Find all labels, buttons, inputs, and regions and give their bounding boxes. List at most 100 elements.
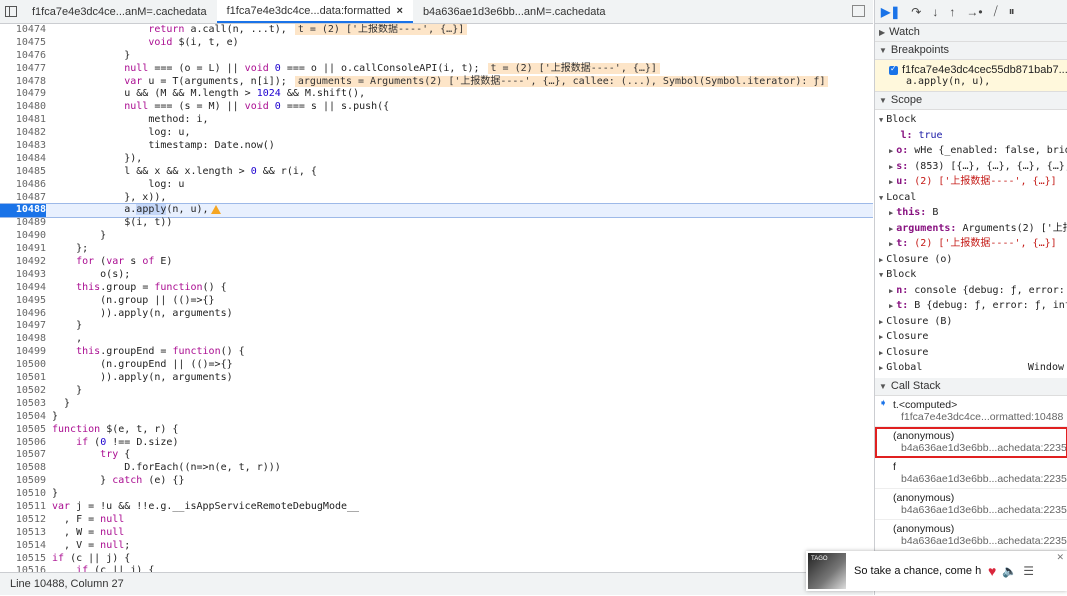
frame-location[interactable]: b4a636ae1d3e6bb...achedata:22359	[893, 473, 1067, 485]
expand-triangle-icon[interactable]: ▶	[889, 302, 893, 310]
code-line[interactable]: 10511 var j = !u && !!e.g.__isAppServiceR…	[0, 501, 873, 514]
line-number[interactable]: 10509	[0, 475, 46, 488]
line-number[interactable]: 10510	[0, 488, 46, 501]
code-line[interactable]: 10491 };	[0, 243, 873, 256]
code-line[interactable]: 10501 )).apply(n, arguments)	[0, 372, 873, 385]
line-number[interactable]: 10482	[0, 127, 46, 140]
scope-item[interactable]: ▶ u: (2) ['上报数据----', {…}]	[875, 174, 1067, 190]
media-notification[interactable]: TAGO So take a chance, come h ♥ 🔈 ☰ ✕	[806, 551, 1067, 591]
code-line[interactable]: 10498 ,	[0, 333, 873, 346]
scope-item[interactable]: ▶ arguments: Arguments(2) ['上报	[875, 221, 1067, 237]
code-line[interactable]: 10500 (n.groupEnd || (()=>{}	[0, 359, 873, 372]
scope-item[interactable]: ▶ Closure (B)	[875, 314, 1067, 330]
line-number[interactable]: 10505	[0, 424, 46, 437]
code-line[interactable]: 10496 )).apply(n, arguments)	[0, 308, 873, 321]
code-line[interactable]: 10474 return a.call(n, ...t), t = (2) ['上…	[0, 24, 873, 37]
line-number[interactable]: 10506	[0, 437, 46, 450]
line-number[interactable]: 10514	[0, 540, 46, 553]
line-number[interactable]: 10502	[0, 385, 46, 398]
line-number[interactable]: 10485	[0, 166, 46, 179]
close-icon[interactable]: ✕	[1056, 552, 1064, 563]
breakpoint-item[interactable]: f1fca7e4e3dc4cec55db871bab7... a.apply(n…	[875, 60, 1067, 92]
line-number[interactable]: 10494	[0, 282, 46, 295]
call-frame[interactable]: t.<computed>f1fca7e4e3dc4ce...ormatted:1…	[875, 396, 1067, 427]
code-line[interactable]: 10478 var u = T(arguments, n[i]); argumen…	[0, 75, 873, 89]
code-line[interactable]: 10475 void $(i, t, e)	[0, 37, 873, 50]
expand-triangle-icon[interactable]: ▶	[889, 240, 893, 248]
scope-item[interactable]: l: true	[875, 128, 1067, 144]
frame-location[interactable]: b4a636ae1d3e6bb...achedata:22359	[893, 504, 1067, 516]
line-number[interactable]: 10479	[0, 88, 46, 101]
expand-triangle-icon[interactable]: ▶	[889, 163, 893, 171]
code-line[interactable]: 10506 if (0 !== D.size)	[0, 437, 873, 450]
code-line[interactable]: 10513 , W = null	[0, 527, 873, 540]
scope-item[interactable]: ▼ Local	[875, 190, 1067, 206]
line-number[interactable]: 10497	[0, 320, 46, 333]
deactivate-breakpoints-icon[interactable]: ⧸	[994, 4, 998, 19]
tab-2[interactable]: b4a636ae1d3e6bb...anM=.cachedata	[413, 0, 616, 23]
code-line[interactable]: 10486 log: u	[0, 179, 873, 192]
scope-item[interactable]: ▼ Block	[875, 267, 1067, 283]
resume-icon[interactable]: ▶❚	[881, 5, 900, 19]
call-frame[interactable]: (anonymous) b4a636ae1d3e6bb...achedata:22…	[875, 426, 1067, 458]
line-number[interactable]: 10474	[0, 24, 46, 37]
scope-item[interactable]: ▶ Closure (o)	[875, 252, 1067, 268]
line-number[interactable]: 10477	[0, 63, 46, 76]
code-line[interactable]: 10508 D.forEach((n=>n(e, t, r)))	[0, 462, 873, 475]
line-number[interactable]: 10498	[0, 333, 46, 346]
scope-item[interactable]: ▶ t: B {debug: ƒ, error: ƒ, info	[875, 298, 1067, 314]
step-out-icon[interactable]: ↑	[949, 5, 955, 19]
line-number[interactable]: 10489	[0, 217, 46, 230]
code-line[interactable]: 10497 }	[0, 320, 873, 333]
code-line[interactable]: 10510}	[0, 488, 873, 501]
expand-triangle-icon[interactable]: ▶	[879, 333, 883, 341]
line-number[interactable]: 10480	[0, 101, 46, 114]
line-number[interactable]: 10513	[0, 527, 46, 540]
scope-item[interactable]: ▶ Closure	[875, 329, 1067, 345]
step-over-icon[interactable]: ↷	[911, 5, 921, 19]
expand-triangle-icon[interactable]: ▶	[889, 225, 893, 233]
code-line[interactable]: 10487 }, x)),	[0, 192, 873, 205]
code-line[interactable]: 10484 }),	[0, 153, 873, 166]
scope-item[interactable]: ▶ n: console {debug: ƒ, error: ƒ	[875, 283, 1067, 299]
frame-location[interactable]: b4a636ae1d3e6bb...achedata:22356	[893, 442, 1067, 454]
volume-icon[interactable]: 🔈	[1002, 564, 1017, 578]
scope-item[interactable]: ▶ Global Window	[875, 360, 1067, 376]
current-execution-line[interactable]: 10488 a.apply(n, u),	[0, 203, 873, 219]
frame-location[interactable]: f1fca7e4e3dc4ce...ormatted:10488	[893, 411, 1063, 423]
expand-triangle-icon[interactable]: ▼	[879, 271, 883, 279]
expand-triangle-icon[interactable]: ▶	[889, 287, 893, 295]
watch-section-header[interactable]: ▶ Watch	[875, 24, 1067, 42]
line-number[interactable]: 10492	[0, 256, 46, 269]
code-line[interactable]: 10485 l && x && x.length > 0 && r(i, {	[0, 166, 873, 179]
code-line[interactable]: 10493 o(s);	[0, 269, 873, 282]
expand-triangle-icon[interactable]: ▶	[879, 318, 883, 326]
code-line[interactable]: 10495 (n.group || (()=>{}	[0, 295, 873, 308]
code-line[interactable]: 10502 }	[0, 385, 873, 398]
call-frame[interactable]: (anonymous) b4a636ae1d3e6bb...achedata:22…	[875, 520, 1067, 551]
code-line[interactable]: 10507 try {	[0, 449, 873, 462]
code-line[interactable]: 10476 }	[0, 50, 873, 63]
line-number[interactable]: 10503	[0, 398, 46, 411]
heart-icon[interactable]: ♥	[988, 563, 996, 579]
line-number[interactable]: 10478	[0, 76, 46, 89]
expand-triangle-icon[interactable]: ▼	[879, 194, 883, 202]
code-line[interactable]: 10499 this.groupEnd = function() {	[0, 346, 873, 359]
code-line[interactable]: 10480 null === (s = M) || void 0 === s |…	[0, 101, 873, 114]
scope-item[interactable]: ▼ Block	[875, 112, 1067, 128]
line-number[interactable]: 10490	[0, 230, 46, 243]
breakpoints-section-header[interactable]: ▼ Breakpoints	[875, 42, 1067, 60]
expand-triangle-icon[interactable]: ▶	[879, 364, 883, 372]
expand-triangle-icon[interactable]	[889, 132, 897, 140]
step-icon[interactable]: →•	[966, 5, 982, 19]
code-line[interactable]: 10492 for (var s of E)	[0, 256, 873, 269]
line-number[interactable]: 10495	[0, 295, 46, 308]
tab-0[interactable]: f1fca7e4e3dc4ce...anM=.cachedata	[22, 0, 217, 23]
scope-item[interactable]: ▶ o: wHe {_enabled: false, bridg	[875, 143, 1067, 159]
breakpoint-checkbox[interactable]	[889, 64, 898, 75]
code-line[interactable]: 10503 }	[0, 398, 873, 411]
frame-location[interactable]: b4a636ae1d3e6bb...achedata:22359	[893, 535, 1067, 547]
line-number[interactable]: 10508	[0, 462, 46, 475]
expand-triangle-icon[interactable]: ▶	[889, 147, 893, 155]
expand-triangle-icon[interactable]: ▶	[879, 256, 883, 264]
